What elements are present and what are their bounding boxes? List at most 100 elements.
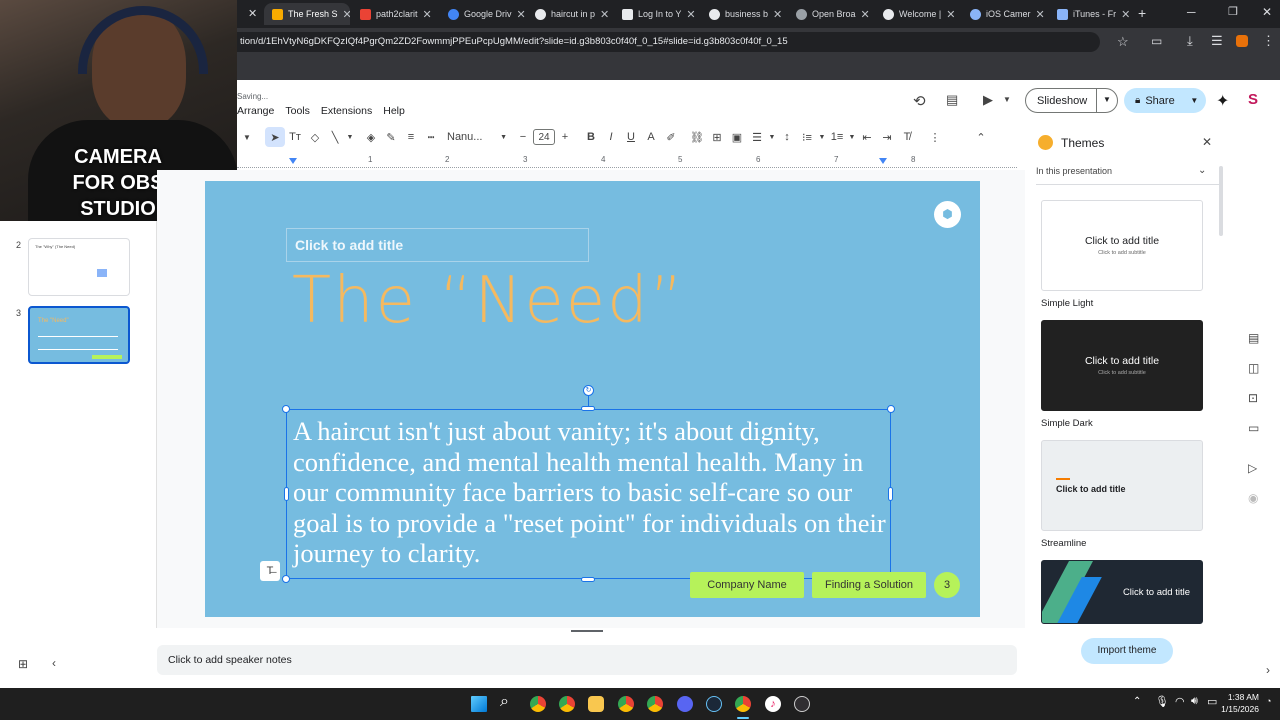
tab-google-drive[interactable]: Google Driv ✕: [440, 3, 526, 25]
notification-icon[interactable]: ◔: [1266, 696, 1271, 706]
wifi-icon[interactable]: ◠: [1175, 695, 1185, 708]
tab-log-in[interactable]: Log In to Y ✕: [614, 3, 700, 25]
comments-icon[interactable]: ▤: [946, 92, 958, 108]
theme-section-dropdown[interactable]: In this presentation ⌄: [1036, 163, 1220, 185]
close-tab-icon[interactable]: ✕: [343, 8, 350, 21]
bullet-dropdown-icon[interactable]: ▼: [817, 127, 827, 147]
show-hidden-icons[interactable]: ⌃: [1133, 696, 1141, 707]
collapse-filmstrip-icon[interactable]: ‹: [52, 656, 56, 670]
border-weight-icon[interactable]: ≡: [401, 127, 421, 147]
tab-welcome[interactable]: Welcome | ✕: [875, 3, 961, 25]
menu-dots-icon[interactable]: ⋮: [1262, 33, 1275, 49]
link-icon[interactable]: ⛓: [687, 127, 707, 147]
record-rail-icon[interactable]: ◉: [1248, 491, 1258, 505]
speaker-notes[interactable]: Click to add speaker notes: [157, 645, 1017, 675]
menu-arrange[interactable]: Arrange: [237, 105, 274, 117]
resize-handle[interactable]: [282, 575, 290, 583]
chrome-icon[interactable]: [647, 696, 663, 712]
add-comment-icon[interactable]: ⊞: [707, 127, 727, 147]
resize-handle[interactable]: [284, 487, 289, 501]
font-size-input[interactable]: 24: [533, 129, 555, 145]
slideshow-button[interactable]: Slideshow ▼: [1025, 88, 1118, 113]
theme-simple-dark[interactable]: Click to add title Click to add subtitle: [1041, 320, 1203, 411]
text-box-icon[interactable]: Tт: [285, 127, 305, 147]
close-tab-icon[interactable]: ✕: [1121, 8, 1130, 21]
tab-ios-camera[interactable]: iOS Camer ✕: [962, 3, 1048, 25]
folder-rail-icon[interactable]: ▭: [1248, 421, 1259, 435]
microphone-icon[interactable]: 🎙︎: [1155, 695, 1169, 708]
share-button[interactable]: 🔒︎ Share ▼: [1124, 88, 1206, 113]
line-icon[interactable]: ╲: [325, 127, 345, 147]
line-dropdown-icon[interactable]: ▼: [345, 127, 355, 147]
notes-resize-handle[interactable]: [571, 630, 603, 632]
chevron-down-icon[interactable]: ▼: [1003, 95, 1011, 104]
slide-thumbnail-2[interactable]: The "Why" (The Need): [28, 238, 130, 296]
strikethrough-format-icon[interactable]: T̶: [260, 561, 280, 581]
rotate-handle-icon[interactable]: ↻: [583, 385, 594, 396]
extension-icon[interactable]: [1236, 35, 1248, 47]
slide-heading[interactable]: The “Need”: [292, 264, 685, 338]
video-rail-icon[interactable]: ▷: [1248, 461, 1257, 475]
close-tab-icon[interactable]: ✕: [517, 8, 526, 21]
expand-rail-icon[interactable]: ›: [1266, 663, 1270, 677]
tab-the-fresh[interactable]: The Fresh S ✕: [264, 3, 350, 25]
numbered-dropdown-icon[interactable]: ▼: [847, 127, 857, 147]
border-dash-icon[interactable]: ┅: [421, 127, 441, 147]
menu-help[interactable]: Help: [383, 105, 405, 117]
italic-icon[interactable]: I: [601, 127, 621, 147]
cast-icon[interactable]: ▭: [1151, 34, 1162, 48]
tab-path2clarity[interactable]: path2clarit ✕: [352, 3, 438, 25]
shape-icon[interactable]: ◇: [305, 127, 325, 147]
align-dropdown-icon[interactable]: ▼: [767, 127, 777, 147]
text-color-icon[interactable]: A: [641, 127, 661, 147]
slide-body-text[interactable]: A haircut isn't just about vanity; it's …: [293, 416, 889, 569]
slide-thumbnail-3[interactable]: The "Need": [28, 306, 130, 364]
decrease-indent-icon[interactable]: ⇤: [857, 127, 877, 147]
clock-date[interactable]: 1/15/2026: [1213, 704, 1259, 714]
fill-color-icon[interactable]: ◈: [361, 127, 381, 147]
tab-open-broadcaster[interactable]: Open Broa ✕: [788, 3, 874, 25]
menu-tools[interactable]: Tools: [285, 105, 310, 117]
maximize-icon[interactable]: ❐: [1228, 5, 1238, 18]
footer-company-name[interactable]: Company Name: [690, 572, 804, 598]
version-history-icon[interactable]: ⟲: [913, 92, 926, 110]
slides-extension-icon[interactable]: S: [1248, 91, 1258, 108]
decrease-font-size-icon[interactable]: −: [513, 127, 533, 147]
windows-start-icon[interactable]: [471, 696, 487, 712]
more-icon[interactable]: ⋮: [925, 127, 945, 147]
clock-time[interactable]: 1:38 AM: [1219, 692, 1259, 702]
meet-camera-icon[interactable]: ▶: [983, 92, 993, 108]
chrome-active-icon[interactable]: [735, 696, 751, 712]
resize-handle[interactable]: [282, 405, 290, 413]
slide-hexagon-icon[interactable]: ⬢: [934, 201, 961, 228]
close-tab-icon[interactable]: ✕: [773, 8, 782, 21]
font-family-dropdown[interactable]: Nanu... ▼: [447, 127, 507, 147]
slideshow-dropdown-icon[interactable]: ▼: [1096, 88, 1111, 113]
grid-view-icon[interactable]: ⊞: [18, 657, 28, 671]
file-explorer-icon[interactable]: [588, 696, 604, 712]
close-tab-icon[interactable]: ✕: [600, 8, 609, 21]
theme-simple-light[interactable]: Click to add title Click to add subtitle: [1041, 200, 1203, 291]
image-icon[interactable]: ▣: [727, 127, 747, 147]
theme-streamline[interactable]: Click to add title: [1041, 440, 1203, 531]
tab-business[interactable]: business b ✕: [701, 3, 787, 25]
select-cursor-icon[interactable]: ➤: [265, 127, 285, 147]
reading-list-icon[interactable]: ☰: [1211, 33, 1223, 49]
insert-rail-icon[interactable]: ⊡: [1248, 391, 1258, 405]
increase-indent-icon[interactable]: ⇥: [877, 127, 897, 147]
new-tab-icon[interactable]: +: [1138, 5, 1146, 21]
tab-itunes[interactable]: iTunes - Fr ✕: [1049, 3, 1135, 25]
gemini-icon[interactable]: ✦: [1216, 91, 1229, 111]
discord-icon[interactable]: [677, 696, 693, 712]
share-dropdown-icon[interactable]: ▼: [1190, 96, 1198, 105]
align-icon[interactable]: ☰: [747, 127, 767, 147]
more-options-dropdown-icon[interactable]: ▼: [237, 127, 257, 147]
chrome-icon[interactable]: [530, 696, 546, 712]
highlight-icon[interactable]: ✐: [661, 127, 681, 147]
theme-focus[interactable]: Click to add title: [1041, 560, 1203, 624]
tab-haircut[interactable]: haircut in p ✕: [527, 3, 613, 25]
close-panel-icon[interactable]: ✕: [1202, 135, 1212, 149]
obs-icon[interactable]: [794, 696, 810, 712]
resize-handle[interactable]: [581, 406, 595, 411]
minimize-icon[interactable]: ─: [1187, 5, 1196, 19]
